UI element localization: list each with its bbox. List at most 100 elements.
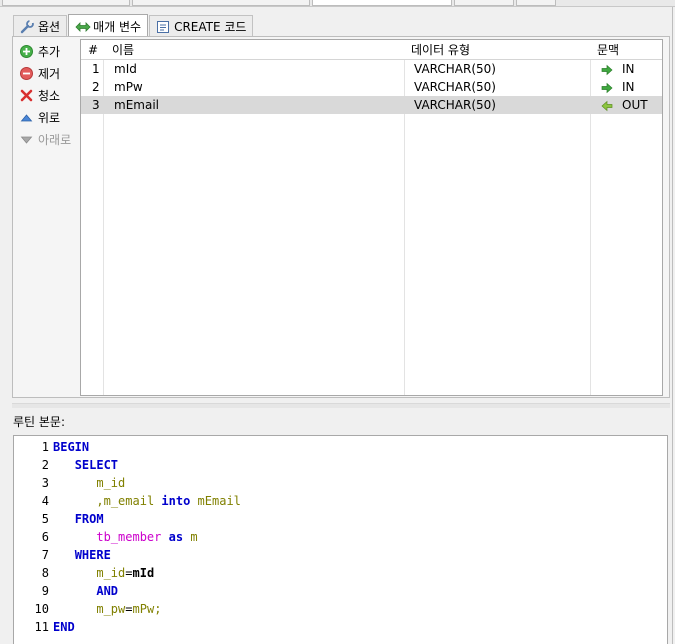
- add-button[interactable]: 추가: [20, 40, 80, 62]
- outer-tab-clipped[interactable]: [132, 0, 310, 6]
- param-type[interactable]: VARCHAR(50): [414, 96, 496, 114]
- outer-tab-strip: [0, 0, 675, 7]
- code-text[interactable]: tb_member as m: [53, 528, 198, 546]
- context-label: IN: [622, 80, 635, 94]
- param-type[interactable]: VARCHAR(50): [414, 60, 496, 78]
- line-number: 3: [41, 476, 49, 490]
- tab-label: 옵션: [38, 20, 61, 34]
- tab-label: CREATE 코드: [174, 20, 247, 34]
- param-context[interactable]: IN: [601, 60, 635, 78]
- tab-options[interactable]: 옵션: [13, 15, 68, 37]
- add-circle-icon: [20, 44, 33, 58]
- row-num: 3: [92, 98, 100, 112]
- clear-label: 청소: [38, 88, 61, 103]
- code-text[interactable]: SELECT: [53, 456, 118, 474]
- code-token: mPw: [132, 602, 155, 616]
- line-number: 2: [41, 458, 49, 472]
- add-label: 추가: [38, 44, 61, 59]
- tab-create-code[interactable]: CREATE 코드: [149, 15, 254, 37]
- routine-body-editor[interactable]: 1 BEGIN 2 SELECT 3 m_id 4 ,m_email into mEma…: [13, 435, 668, 644]
- code-text[interactable]: m_id: [53, 474, 125, 492]
- outer-tab-clipped[interactable]: [516, 0, 556, 6]
- remove-button[interactable]: 제거: [20, 62, 80, 84]
- outer-tab-clipped[interactable]: [2, 0, 130, 6]
- param-name[interactable]: mEmail: [114, 96, 159, 114]
- table-row[interactable]: 2 mPw VARCHAR(50) IN: [81, 78, 662, 96]
- param-context[interactable]: OUT: [601, 96, 648, 114]
- code-token: ,: [96, 494, 104, 508]
- double-arrow-icon: [75, 20, 91, 33]
- code-token: tb_member: [96, 530, 162, 544]
- move-down-button[interactable]: 아래로: [20, 128, 80, 150]
- table-row[interactable]: 1 mId VARCHAR(50) IN: [81, 60, 662, 78]
- line-number: 11: [34, 620, 49, 634]
- remove-circle-icon: [20, 66, 33, 80]
- code-text[interactable]: AND: [53, 582, 118, 600]
- line-number: 9: [41, 584, 49, 598]
- code-token: m_id: [96, 476, 126, 490]
- line-number: 1: [41, 440, 49, 454]
- in-arrow-icon: [601, 81, 614, 94]
- code-token: mId: [132, 566, 155, 580]
- routine-subtabs: 옵션 매개 변수 CREATE 코드: [13, 13, 254, 38]
- code-text[interactable]: END: [53, 618, 75, 636]
- tab-label: 매개 변수: [93, 20, 142, 34]
- code-text[interactable]: WHERE: [53, 546, 111, 564]
- header-context[interactable]: 문맥: [597, 41, 619, 59]
- tab-parameters[interactable]: 매개 변수: [68, 14, 149, 38]
- row-num: 2: [92, 80, 100, 94]
- remove-label: 제거: [38, 66, 61, 81]
- arrow-up-icon: [20, 111, 33, 124]
- code-token: =: [125, 566, 133, 580]
- code-text[interactable]: FROM: [53, 510, 104, 528]
- parameters-table[interactable]: # 이름 데이터 유형 문맥 1 mId VARCHAR(50) IN 2 mP…: [80, 39, 663, 396]
- code-text[interactable]: ,m_email into mEmail: [53, 492, 241, 510]
- line-number: 10: [34, 602, 49, 616]
- outer-tab-clipped[interactable]: [454, 0, 514, 6]
- code-token: m_pw: [96, 602, 126, 616]
- code-token: into: [161, 494, 191, 508]
- line-number: 4: [41, 494, 49, 508]
- line-number: 8: [41, 566, 49, 580]
- code-token: FROM: [74, 512, 104, 526]
- param-context[interactable]: IN: [601, 78, 635, 96]
- clear-button[interactable]: 청소: [20, 84, 80, 106]
- code-text[interactable]: m_pw=mPw;: [53, 600, 161, 618]
- code-token: SELECT: [74, 458, 119, 472]
- header-num[interactable]: #: [88, 41, 98, 59]
- code-text[interactable]: m_id=mId: [53, 564, 154, 582]
- routine-body-label: 루틴 본문:: [13, 415, 66, 429]
- move-up-button[interactable]: 위로: [20, 106, 80, 128]
- move-up-label: 위로: [38, 110, 61, 125]
- code-token: =: [125, 602, 133, 616]
- code-token: END: [53, 620, 75, 634]
- arrow-down-icon: [20, 133, 33, 146]
- code-token: m_id: [96, 566, 126, 580]
- context-label: OUT: [622, 98, 648, 112]
- param-type[interactable]: VARCHAR(50): [414, 78, 496, 96]
- table-header: # 이름 데이터 유형 문맥: [81, 40, 662, 60]
- header-name[interactable]: 이름: [112, 41, 134, 59]
- table-row-selected[interactable]: 3 mEmail VARCHAR(50) OUT: [81, 96, 662, 114]
- code-token: m: [190, 530, 198, 544]
- panel-splitter[interactable]: [12, 403, 670, 408]
- code-token: ;: [154, 602, 162, 616]
- header-data-type[interactable]: 데이터 유형: [411, 41, 470, 59]
- outer-tab-active-clipped[interactable]: [312, 0, 452, 6]
- param-name[interactable]: mPw: [114, 78, 143, 96]
- code-text[interactable]: BEGIN: [53, 438, 89, 456]
- code-token: AND: [96, 584, 119, 598]
- param-name[interactable]: mId: [114, 60, 137, 78]
- wrench-icon: [20, 20, 34, 34]
- line-number: 5: [41, 512, 49, 526]
